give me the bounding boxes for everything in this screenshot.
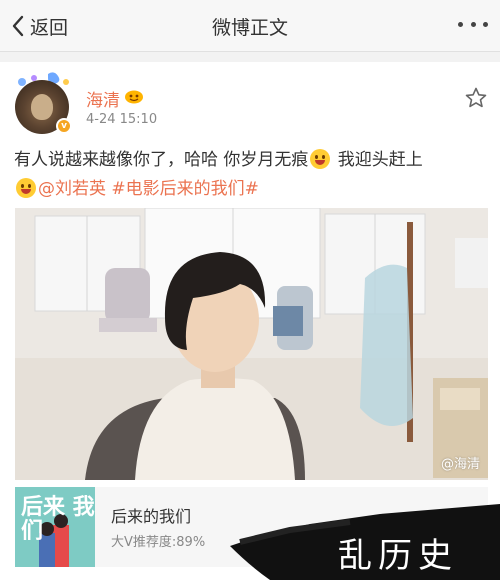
grin-emoji-icon [16, 178, 36, 198]
movie-poster: 后来 我们 [15, 487, 95, 567]
movie-title: 后来的我们 [111, 507, 192, 526]
mention-link[interactable]: @刘若英 [38, 179, 106, 199]
poster-title: 后来 我们 [21, 494, 95, 544]
back-label: 返回 [30, 16, 69, 39]
post-timestamp: 4-24 15:10 [86, 112, 158, 127]
room-photo-illustration [15, 208, 488, 480]
site-watermark-text: 乱历史 [338, 536, 458, 576]
post-text: 有人说越来越像你了，哈哈 你岁月无痕 我迎头赶上 @刘若英 #电影后来的我们# [14, 146, 490, 204]
verified-badge-icon: v [56, 118, 72, 134]
hashtag-link[interactable]: #电影后来的我们# [111, 179, 259, 199]
favorite-star-icon[interactable] [464, 86, 488, 110]
top-navbar: 返回 微博正文 [0, 0, 500, 52]
post-text-part1: 有人说越来越像你了，哈哈 你岁月无痕 [14, 150, 309, 170]
photo-watermark: @海清 [440, 457, 480, 472]
chevron-left-icon [12, 15, 24, 37]
movie-recommendation: 大V推荐度:89% [111, 535, 206, 550]
tongue-emoji-icon [310, 149, 331, 169]
more-options-icon[interactable] [458, 18, 488, 30]
back-button[interactable]: 返回 [10, 12, 68, 40]
username[interactable]: 海清 [86, 86, 120, 111]
post-text-part2: 我迎头赶上 [332, 150, 423, 170]
post-photo[interactable]: @海清 [15, 208, 488, 480]
page-title: 微博正文 [211, 17, 288, 39]
vip-crown-icon [125, 90, 143, 104]
